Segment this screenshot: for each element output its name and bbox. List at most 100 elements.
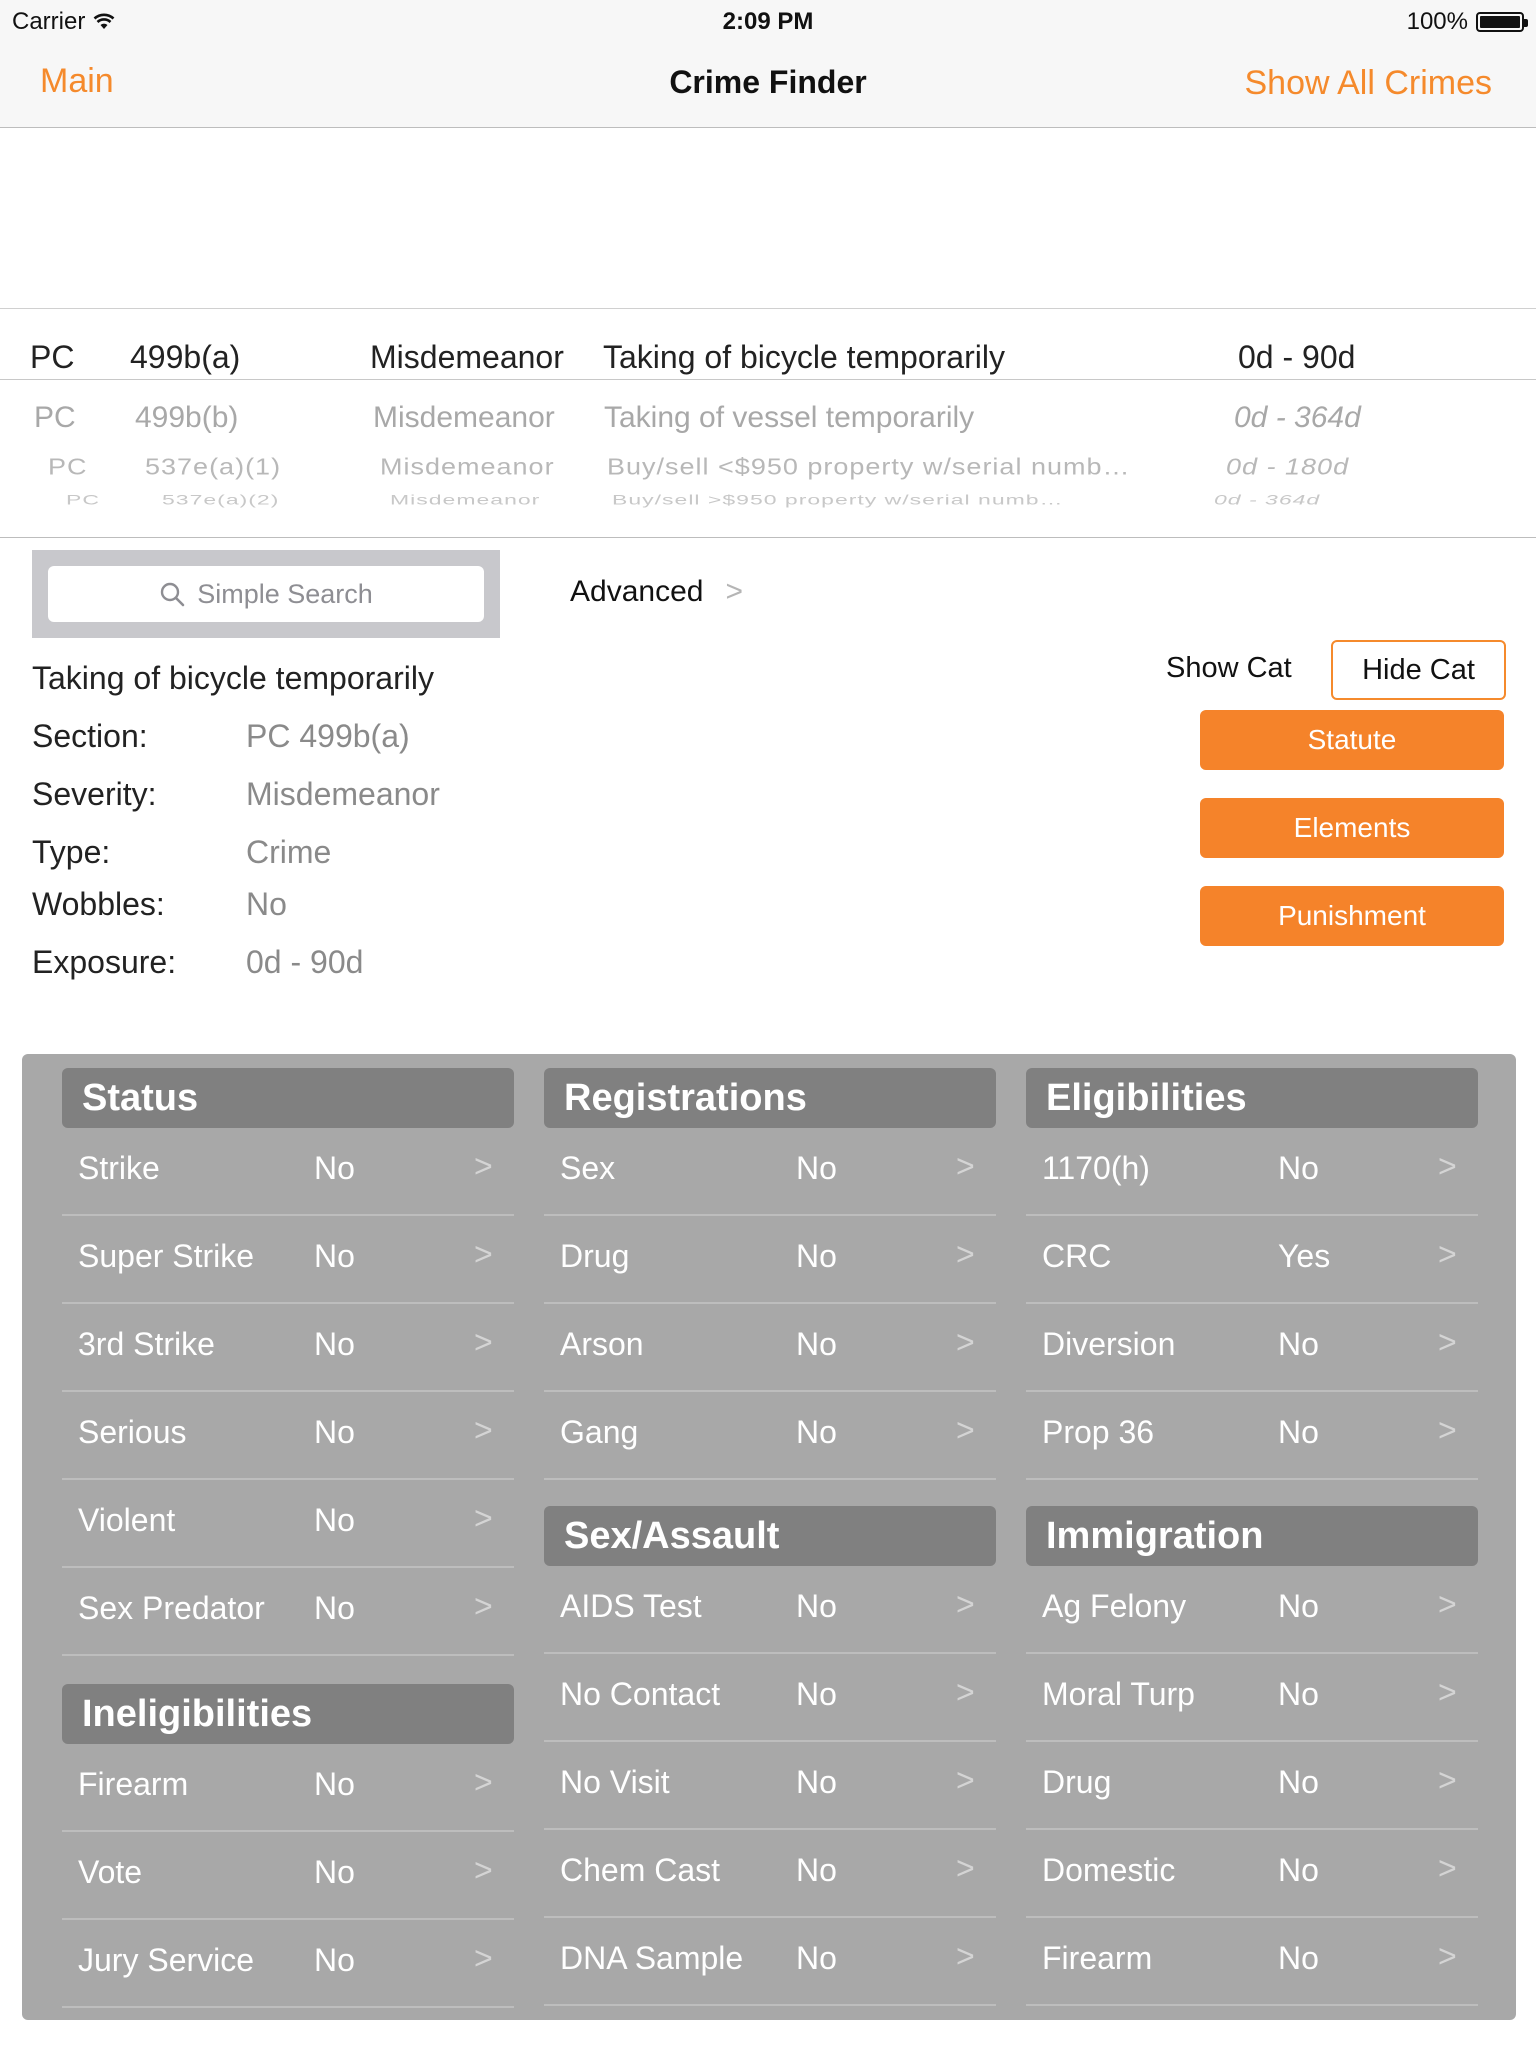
chevron-right-icon: > [1438, 1586, 1457, 1622]
picker-exposure: 0d - 180d [1226, 454, 1350, 480]
detail-value: PC 499b(a) [246, 718, 410, 754]
category-cell-value: No [1278, 1414, 1319, 1450]
picker-description: Buy/sell <$950 property w/serial numb… [607, 454, 1131, 480]
category-cell-registrations[interactable]: Drug No > [544, 1216, 996, 1304]
detail-value: No [246, 886, 287, 922]
crime-picker[interactable]: PC 499b(a) Misdemeanor Taking of bicycle… [0, 308, 1536, 538]
picker-section: 499b(a) [130, 339, 241, 375]
category-cell-value: No [314, 1590, 355, 1626]
punishment-button[interactable]: Punishment [1200, 886, 1504, 946]
chevron-right-icon: > [1438, 1324, 1457, 1360]
chevron-right-icon: > [956, 1324, 975, 1360]
elements-button[interactable]: Elements [1200, 798, 1504, 858]
category-cell-status[interactable]: Violent No > [62, 1480, 514, 1568]
category-cell-registrations[interactable]: Arson No > [544, 1304, 996, 1392]
show-category-button[interactable]: Show Cat [1166, 652, 1292, 685]
category-cell-sex-assault[interactable]: AIDS Test No > [544, 1566, 996, 1654]
picker-exposure: 0d - 364d [1214, 492, 1321, 508]
category-cell-value: No [796, 1414, 837, 1450]
picker-severity: Misdemeanor [390, 492, 541, 508]
category-cell-value: No [314, 1854, 355, 1890]
category-cell-ineligibilities[interactable]: Vote No > [62, 1832, 514, 1920]
category-cell-sex-assault[interactable]: No Visit No > [544, 1742, 996, 1830]
picker-section: 537e(a)(1) [145, 454, 282, 480]
category-cell-value: No [796, 1764, 837, 1800]
category-cell-registrations[interactable]: Gang No > [544, 1392, 996, 1480]
chevron-right-icon: > [1438, 1762, 1457, 1798]
category-cell-immigration[interactable]: Domestic No > [1026, 1830, 1478, 1918]
category-cell-registrations[interactable]: Sex No > [544, 1128, 996, 1216]
chevron-right-icon: > [956, 1148, 975, 1184]
category-cell-status[interactable]: 3rd Strike No > [62, 1304, 514, 1392]
category-cell-eligibilities[interactable]: 1170(h) No > [1026, 1128, 1478, 1216]
category-cell-value: No [796, 1852, 837, 1888]
category-cell-ineligibilities[interactable]: Jury Service No > [62, 1920, 514, 2008]
section-header-status: Status [62, 1068, 514, 1128]
category-cell-eligibilities[interactable]: Diversion No > [1026, 1304, 1478, 1392]
clock: 2:09 PM [722, 8, 814, 35]
chevron-right-icon: > [1438, 1938, 1457, 1974]
chevron-right-icon: > [1438, 1850, 1457, 1886]
category-cell-eligibilities[interactable]: CRC Yes > [1026, 1216, 1478, 1304]
advanced-search-button[interactable]: Advanced > [570, 575, 743, 609]
category-cell-immigration[interactable]: Firearm No > [1026, 1918, 1478, 2006]
search-placeholder: Simple Search [197, 578, 373, 609]
picker-code: PC [48, 454, 88, 480]
category-cell-status[interactable]: Super Strike No > [62, 1216, 514, 1304]
chevron-right-icon: > [1438, 1236, 1457, 1272]
category-cell-label: Firearm [1042, 1940, 1153, 1976]
navigation-bar: Main Crime Finder Show All Crimes [0, 40, 1536, 128]
category-cell-immigration[interactable]: Moral Turp No > [1026, 1654, 1478, 1742]
category-cell-status[interactable]: Sex Predator No > [62, 1568, 514, 1656]
hide-category-button[interactable]: Hide Cat [1331, 640, 1506, 700]
picker-severity: Misdemeanor [380, 454, 555, 480]
category-cell-ineligibilities[interactable]: Firearm No > [62, 1744, 514, 1832]
picker-code: PC [66, 492, 100, 508]
picker-exposure: 0d - 364d [1234, 401, 1361, 434]
category-cell-value: No [1278, 1764, 1319, 1800]
chevron-right-icon: > [474, 1236, 493, 1272]
category-cell-status[interactable]: Strike No > [62, 1128, 514, 1216]
simple-search-input[interactable]: Simple Search [48, 566, 484, 622]
picker-exposure: 0d - 90d [1238, 339, 1356, 375]
category-cell-sex-assault[interactable]: No Contact No > [544, 1654, 996, 1742]
category-cell-label: 1170(h) [1042, 1150, 1150, 1186]
category-cell-sex-assault[interactable]: Chem Cast No > [544, 1830, 996, 1918]
category-cell-value: No [796, 1238, 837, 1274]
category-cell-label: Drug [560, 1238, 630, 1274]
detail-label: Section: [32, 718, 148, 754]
category-cell-value: No [796, 1326, 837, 1362]
category-panel: Status Ineligibilities Registrations Sex… [22, 1054, 1516, 2020]
category-cell-value: No [314, 1238, 355, 1274]
category-cell-eligibilities[interactable]: Prop 36 No > [1026, 1392, 1478, 1480]
category-cell-value: No [1278, 1326, 1319, 1362]
category-cell-value: No [314, 1326, 355, 1362]
category-cell-status[interactable]: Serious No > [62, 1392, 514, 1480]
category-cell-value: No [1278, 1852, 1319, 1888]
search-icon [161, 582, 185, 607]
chevron-right-icon: > [956, 1412, 975, 1448]
advanced-label: Advanced [570, 575, 704, 608]
battery-percent: 100% [1406, 8, 1468, 35]
chevron-right-icon: > [474, 1500, 493, 1536]
statute-button[interactable]: Statute [1200, 710, 1504, 770]
chevron-right-icon: > [956, 1236, 975, 1272]
picker-description: Taking of vessel temporarily [604, 401, 975, 434]
battery-indicator: 100% [1406, 8, 1528, 36]
category-cell-label: Strike [78, 1150, 160, 1186]
section-header-eligibilities: Eligibilities [1026, 1068, 1478, 1128]
detail-value: Crime [246, 834, 332, 870]
category-cell-value: No [314, 1150, 355, 1186]
category-cell-label: Arson [560, 1326, 644, 1362]
section-header-registrations: Registrations [544, 1068, 996, 1128]
detail-value: Misdemeanor [246, 776, 440, 812]
category-cell-immigration[interactable]: Drug No > [1026, 1742, 1478, 1830]
category-cell-immigration[interactable]: Ag Felony No > [1026, 1566, 1478, 1654]
status-bar: Carrier 2:09 PM 100% [0, 0, 1536, 40]
category-cell-label: Violent [78, 1502, 176, 1538]
chevron-right-icon: > [1438, 1148, 1457, 1184]
show-all-crimes-button[interactable]: Show All Crimes [1244, 64, 1492, 103]
picker-code: PC [34, 401, 76, 434]
category-cell-sex-assault[interactable]: DNA Sample No > [544, 1918, 996, 2006]
section-header-ineligibilities: Ineligibilities [62, 1684, 514, 1744]
